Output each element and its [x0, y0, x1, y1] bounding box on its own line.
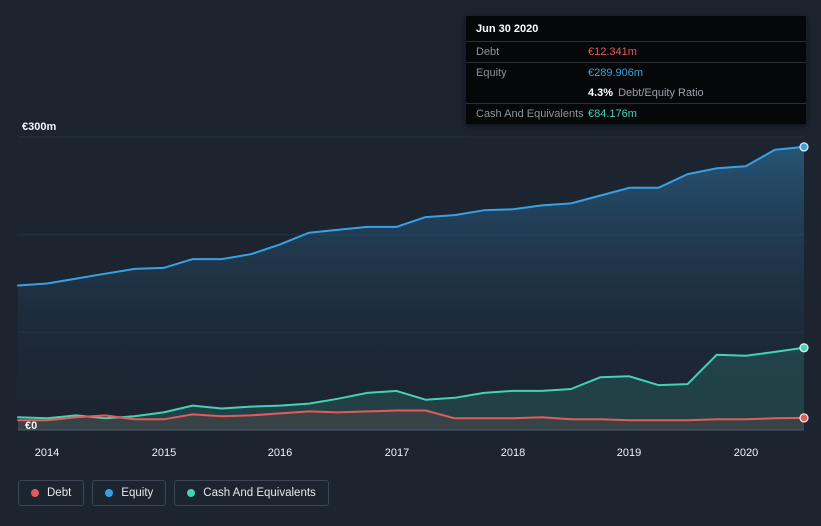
y-axis-label-300m: €300m — [22, 121, 57, 133]
hover-tooltip: Jun 30 2020 Debt €12.341m Equity €289.90… — [466, 16, 806, 124]
equity-legend-dot — [105, 489, 114, 497]
tooltip-equity-value: €289.906m — [588, 67, 644, 79]
x-tick-2020: 2020 — [733, 447, 759, 459]
legend-label-cash: Cash And Equivalents — [203, 487, 316, 499]
legend-label-equity: Equity — [121, 487, 154, 499]
x-tick-2017: 2017 — [384, 447, 410, 459]
tooltip-date: Jun 30 2020 — [476, 23, 539, 35]
debt-equity-history-page: €300m €0 2014 2015 2016 2017 2018 2019 2… — [0, 0, 821, 526]
cash-legend-dot — [187, 489, 196, 497]
legend: Debt Equity Cash And Equivalents — [18, 480, 329, 506]
x-axis: 2014 2015 2016 2017 2018 2019 2020 — [0, 447, 821, 463]
tooltip-row-ratio: 4.3% Debt/Equity Ratio — [466, 83, 806, 103]
y-axis-label-0: €0 — [25, 420, 38, 432]
legend-item-debt[interactable]: Debt — [18, 480, 85, 506]
tooltip-ratio-number: 4.3% — [588, 87, 614, 99]
tooltip-row-debt: Debt €12.341m — [466, 41, 806, 62]
debt-legend-dot — [31, 489, 39, 497]
x-tick-2014: 2014 — [34, 447, 60, 459]
legend-item-equity[interactable]: Equity — [92, 480, 167, 506]
tooltip-row-equity: Equity €289.906m — [466, 62, 806, 83]
tooltip-debt-label: Debt — [476, 46, 500, 58]
tooltip-cash-value: €84.176m — [588, 108, 637, 120]
legend-label-debt: Debt — [47, 487, 72, 499]
x-tick-2015: 2015 — [151, 447, 177, 459]
tooltip-equity-label: Equity — [476, 67, 507, 79]
x-tick-2018: 2018 — [500, 447, 526, 459]
tooltip-ratio-label: Debt/Equity Ratio — [618, 87, 704, 99]
tooltip-cash-label: Cash And Equivalents — [476, 108, 584, 120]
tooltip-ratio-value: 4.3% Debt/Equity Ratio — [588, 87, 704, 99]
x-tick-2019: 2019 — [616, 447, 642, 459]
x-tick-2016: 2016 — [267, 447, 293, 459]
legend-item-cash[interactable]: Cash And Equivalents — [174, 480, 329, 506]
tooltip-debt-value: €12.341m — [588, 46, 637, 58]
tooltip-row-cash: Cash And Equivalents €84.176m — [466, 103, 806, 124]
